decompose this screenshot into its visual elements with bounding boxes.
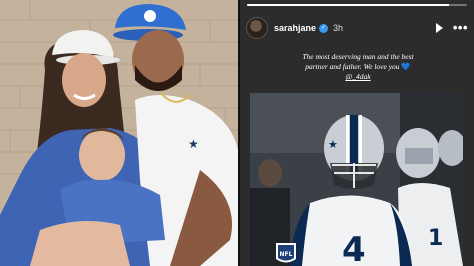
caption-line-2-text: partner and father. We love you [305, 62, 400, 71]
caption-line-2: partner and father. We love you 💙 [270, 62, 446, 72]
caption-line-3: @_4dak [270, 72, 446, 82]
caption-line-1: The most deserving man and the best [302, 52, 414, 61]
story-progress-bar [247, 4, 467, 6]
blue-heart-icon: 💙 [401, 62, 411, 71]
more-options-icon[interactable]: ••• [453, 21, 468, 34]
verified-badge-icon: ✓ [319, 23, 329, 33]
nfl-badge: NFL [280, 251, 293, 258]
avatar[interactable] [246, 17, 268, 39]
helmet-star-icon: ★ [328, 138, 338, 151]
story-header: sarahjane ✓ 3h ••• [246, 15, 468, 41]
story-username[interactable]: sarahjane [274, 23, 316, 33]
svg-text:★: ★ [188, 137, 199, 151]
family-photo: ★ [0, 0, 238, 266]
story-photo: 1 ★ 4 NFL [250, 93, 463, 266]
caption-mention-link[interactable]: @_4dak [345, 72, 370, 81]
story-actions: ••• [435, 21, 468, 34]
story-viewer[interactable]: sarahjane ✓ 3h ••• The most deserving ma… [240, 0, 474, 266]
story-caption: The most deserving man and the best part… [270, 52, 446, 82]
play-icon[interactable] [435, 23, 443, 33]
story-timestamp: 3h [333, 23, 344, 33]
story-progress-fill [247, 4, 450, 6]
svg-text:1: 1 [428, 226, 443, 251]
jersey-number: 4 [342, 230, 366, 266]
